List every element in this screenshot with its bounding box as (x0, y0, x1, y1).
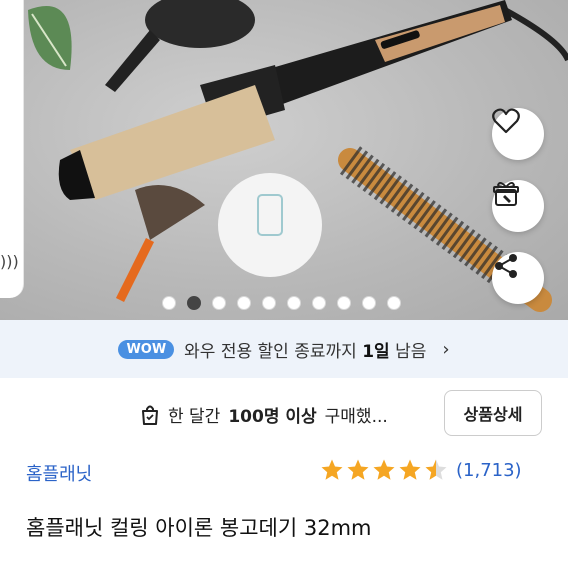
carousel-dot[interactable] (312, 296, 326, 310)
wow-text-suffix: 남음 (395, 341, 427, 362)
share-button[interactable] (492, 252, 544, 304)
wow-text-days: 1일 (362, 341, 390, 362)
carousel-dot[interactable] (337, 296, 351, 310)
carousel-indicator[interactable] (162, 296, 401, 310)
star-icon (373, 459, 395, 480)
brand-link[interactable]: 홈플래닛 (26, 460, 92, 486)
carousel-dot[interactable] (387, 296, 401, 310)
star-icon (347, 459, 369, 480)
chevron-right-icon: › (442, 338, 450, 360)
purchase-count-text: 한 달간 100명 이상 구매했... (140, 402, 388, 427)
rating[interactable]: (1,713) (320, 458, 522, 482)
wishlist-button[interactable] (492, 108, 544, 160)
carousel-dot[interactable] (262, 296, 276, 310)
gift-icon (493, 182, 519, 206)
review-count[interactable]: (1,713) (456, 460, 522, 481)
carousel-dot[interactable] (187, 296, 201, 310)
wow-text: 와우 전용 할인 종료까지 1일 남음 (184, 337, 426, 362)
carousel-dot[interactable] (212, 296, 226, 310)
carousel-dot[interactable] (237, 296, 251, 310)
purchase-prefix: 한 달간 (168, 407, 221, 427)
wow-badge: WOW (118, 339, 175, 359)
previous-card-edge: ))) (0, 0, 24, 298)
star-icon (399, 459, 421, 480)
star-icon (321, 459, 343, 480)
shopping-bag-icon (142, 405, 158, 425)
sound-icon: ))) (0, 252, 19, 271)
product-title: 홈플래닛 컬링 아이론 봉고데기 32mm (26, 516, 372, 540)
wow-discount-banner[interactable]: WOW 와우 전용 할인 종료까지 1일 남음 › (0, 320, 568, 378)
carousel-dot[interactable] (162, 296, 176, 310)
heart-icon (492, 108, 520, 134)
carousel-dot[interactable] (362, 296, 376, 310)
product-detail-button[interactable]: 상품상세 (444, 390, 542, 436)
purchase-count: 100명 이상 (228, 407, 317, 427)
product-photo (28, 0, 568, 312)
star-icon (425, 459, 447, 480)
purchase-suffix: 구매했... (324, 407, 388, 427)
gift-button[interactable] (492, 180, 544, 232)
product-image-carousel[interactable]: ))) (0, 0, 568, 320)
carousel-dot[interactable] (287, 296, 301, 310)
purchase-info-row: 한 달간 100명 이상 구매했... 상품상세 (0, 390, 568, 440)
share-icon (495, 254, 517, 278)
star-rating (320, 458, 448, 482)
product-page: ))) WOW 와우 전용 할인 종료까지 1일 남음 › 한 달간 100명 … (0, 0, 568, 568)
wow-text-prefix: 와우 전용 할인 종료까지 (184, 341, 357, 362)
